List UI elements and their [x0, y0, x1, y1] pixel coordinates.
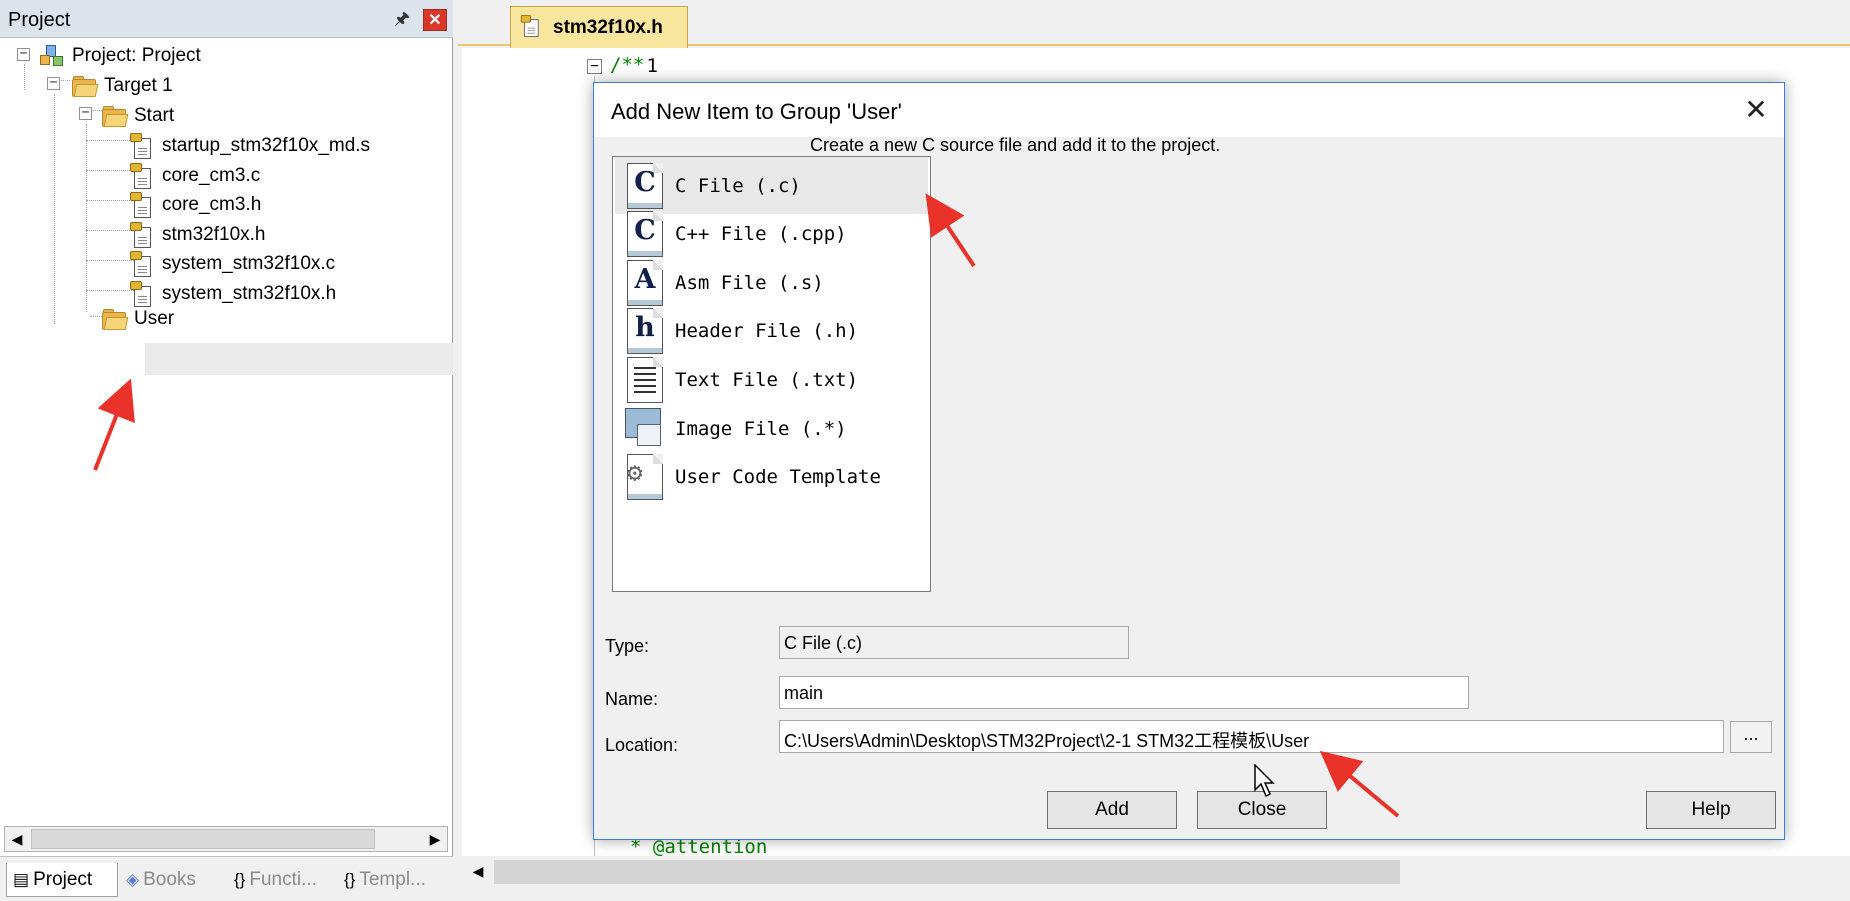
help-button[interactable]: Help: [1646, 791, 1776, 829]
asm-file-icon: A: [625, 258, 665, 308]
project-window-icon: ▤: [13, 869, 30, 889]
scrollbar-thumb[interactable]: [494, 860, 1400, 884]
c-file-icon: C: [625, 161, 665, 211]
tree-node-project[interactable]: Project: Project: [38, 40, 201, 72]
tree-node-label: core_cm3.c: [162, 164, 261, 186]
template-icon: {}: [344, 870, 356, 889]
project-tree: − Project: Project − Target 1− Start startup_…: [0, 40, 453, 820]
braces-icon: {}: [234, 870, 246, 889]
folder-icon: [100, 103, 129, 129]
tab-project[interactable]: ▤ Project: [6, 863, 118, 897]
tree-node-label: User: [134, 308, 175, 329]
tab-templates[interactable]: {} Templ...: [338, 863, 450, 897]
tab-stm32f10x-h[interactable]: stm32f10x.h: [510, 6, 688, 48]
project-horizontal-scrollbar[interactable]: ◀ ▶: [4, 826, 448, 852]
header-file-icon: h: [625, 306, 665, 356]
dialog-titlebar: Add New Item to Group 'User' ✕: [594, 83, 1784, 137]
add-new-item-dialog: Add New Item to Group 'User' ✕ C C File (…: [593, 82, 1785, 840]
text-file-icon: [625, 355, 665, 405]
close-icon[interactable]: ✕: [1738, 93, 1774, 127]
type-field: C File (.c): [779, 626, 1129, 659]
tree-connector: [86, 124, 87, 312]
editor-tab-bar: stm32f10x.h: [458, 0, 1850, 48]
project-panel-header: Project 🖈 ✕: [0, 0, 453, 38]
tree-node-label: stm32f10x.h: [162, 223, 266, 245]
source-file-icon: [128, 133, 156, 159]
list-item-label: Image File (.*): [675, 417, 847, 440]
location-input[interactable]: C:\Users\Admin\Desktop\STM32Project\2-1 …: [779, 720, 1724, 753]
list-item-label: Text File (.txt): [675, 368, 859, 391]
mouse-cursor-icon: [1254, 764, 1275, 798]
scroll-right-icon[interactable]: ▶: [423, 827, 447, 851]
pin-icon[interactable]: 🖈: [393, 9, 411, 29]
project-panel-title: Project: [8, 9, 71, 31]
tree-node-file[interactable]: core_cm3.c: [128, 160, 260, 192]
source-file-icon: [128, 221, 156, 248]
tree-node-file[interactable]: startup_stm32f10x_md.s: [128, 130, 370, 162]
tree-connector: [24, 64, 25, 90]
list-item-label: C File (.c): [675, 174, 801, 197]
browse-button[interactable]: ...: [1730, 721, 1772, 753]
collapse-icon[interactable]: −: [79, 106, 92, 120]
tree-node-label: Start: [134, 105, 175, 126]
tree-node-label: core_cm3.h: [162, 194, 262, 215]
tree-node-label: Project: Project: [72, 45, 201, 66]
tree-connector: [54, 94, 55, 324]
folder-icon: [100, 306, 129, 332]
tree-node-label: system_stm32f10x.h: [162, 282, 337, 304]
location-label: Location:: [605, 735, 679, 755]
close-icon[interactable]: ✕: [423, 9, 447, 31]
name-input[interactable]: main: [779, 676, 1469, 709]
project-panel: Project 🖈 ✕ − Project: Project − Target 1− S…: [0, 0, 453, 901]
template-gear-icon: ⚙: [625, 452, 665, 502]
tree-node-label: startup_stm32f10x_md.s: [162, 135, 371, 156]
list-item-label: User Code Template: [675, 466, 881, 489]
tree-node-user[interactable]: User: [100, 303, 174, 335]
tree-node-file[interactable]: stm32f10x.h: [128, 219, 266, 251]
tab-books[interactable]: ◈ Books: [120, 863, 224, 897]
project-icon: [38, 43, 66, 69]
tree-node-file[interactable]: core_cm3.h: [128, 189, 261, 221]
folder-icon: [70, 73, 99, 99]
item-description: Create a new C source file and add it to…: [810, 135, 1221, 155]
collapse-icon[interactable]: −: [47, 76, 60, 90]
tab-functions[interactable]: {} Functi...: [228, 863, 336, 897]
tree-node-label: Target 1: [104, 75, 173, 96]
source-file-icon: [128, 251, 156, 277]
type-label: Type:: [605, 636, 650, 656]
list-item-label: Header File (.h): [675, 320, 859, 343]
list-item-label: Asm File (.s): [675, 271, 824, 294]
list-item[interactable]: ⚙ User Code Template: [615, 449, 928, 506]
panel-bottom-tabs: ▤ Project ◈ Books {} Functi... {} Templ.…: [0, 856, 453, 901]
tree-node-start[interactable]: Start: [100, 100, 174, 132]
editor-horizontal-scrollbar[interactable]: ◀: [462, 856, 1850, 886]
source-file-icon: [128, 162, 156, 189]
dialog-title: Add New Item to Group 'User': [611, 99, 902, 124]
scrollbar-thumb[interactable]: [31, 829, 375, 849]
scroll-left-icon[interactable]: ◀: [5, 827, 29, 851]
list-item-label: C++ File (.cpp): [675, 223, 847, 246]
source-file-icon: [128, 192, 156, 218]
tree-selection-highlight: [145, 343, 453, 375]
collapse-icon[interactable]: −: [17, 47, 30, 61]
tree-node-target[interactable]: Target 1: [70, 70, 173, 102]
file-type-list[interactable]: C C File (.c) C C++ File (.cpp) A Asm File (.…: [612, 156, 931, 592]
header-file-icon: [519, 14, 543, 38]
image-file-icon: [625, 404, 665, 454]
name-label: Name:: [605, 689, 659, 709]
scroll-left-icon[interactable]: ◀: [466, 859, 490, 883]
tree-node-label: system_stm32f10x.c: [162, 253, 336, 274]
cpp-file-icon: C: [625, 209, 665, 259]
add-button[interactable]: Add: [1047, 791, 1177, 829]
books-icon: ◈: [126, 870, 140, 889]
tree-node-file[interactable]: system_stm32f10x.c: [128, 248, 335, 280]
